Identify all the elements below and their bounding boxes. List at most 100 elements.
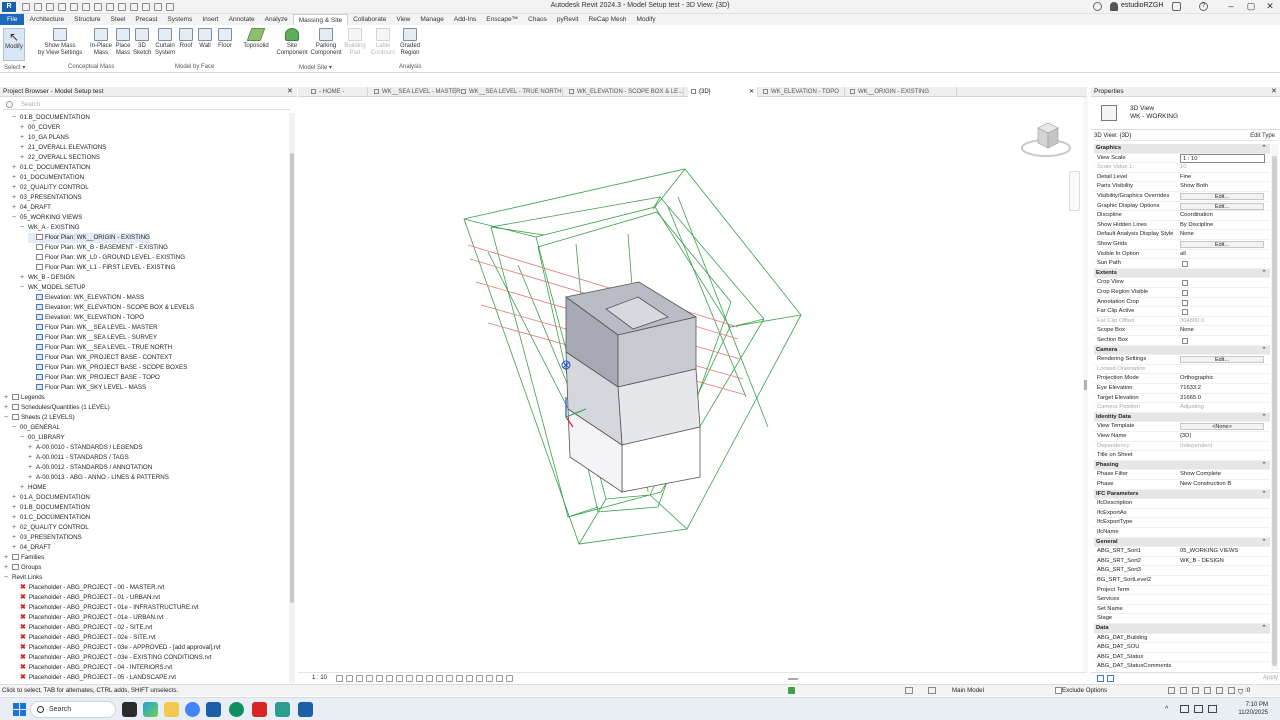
property-checkbox[interactable]	[1182, 261, 1188, 268]
view-tab[interactable]: - HOME -	[308, 87, 368, 97]
expand-icon[interactable]: +	[28, 463, 36, 473]
graded-region-button[interactable]: Graded Region	[398, 28, 422, 57]
property-group-header[interactable]: Camera ⌃	[1094, 345, 1270, 356]
help-icon[interactable]: ?	[1199, 2, 1208, 11]
ribbon-tab-structure[interactable]: Structure	[69, 14, 105, 25]
expand-icon[interactable]: +	[28, 473, 36, 483]
acrobat-icon[interactable]	[252, 702, 267, 717]
property-value[interactable]: Show Complete	[1180, 470, 1221, 480]
place-mass-button[interactable]: Place Mass	[113, 28, 133, 57]
in-place-mass-button[interactable]: In-Place Mass	[89, 28, 113, 57]
worksets-icon[interactable]	[788, 687, 795, 694]
expand-icon[interactable]: +	[12, 513, 20, 523]
user-icon[interactable]	[1110, 2, 1118, 11]
copilot-icon[interactable]	[143, 702, 158, 717]
crop-region-icon[interactable]	[396, 675, 403, 682]
3d-sketch-button[interactable]: 3D Sketch	[133, 28, 151, 57]
tree-item[interactable]: ✖ Placeholder - ABG_PROJECT - 01 - URBAN.…	[12, 593, 160, 603]
apply-button[interactable]: Apply	[1263, 673, 1278, 684]
tree-item[interactable]: +00_COVER	[20, 123, 60, 133]
tree-item[interactable]: ✖ Placeholder - ABG_PROJECT - 02 - SITE.r…	[12, 623, 152, 633]
tree-item[interactable]: +22_OVERALL SECTIONS	[20, 153, 100, 163]
property-value[interactable]: Orthographic	[1180, 374, 1214, 384]
unhide-icon[interactable]	[486, 675, 493, 682]
property-edit-button[interactable]: <None>	[1180, 423, 1264, 431]
property-group-header[interactable]: Data ⌃	[1094, 624, 1270, 634]
expand-icon[interactable]: +	[12, 183, 20, 193]
collapse-icon[interactable]: −	[20, 283, 28, 293]
ribbon-tab-pyrevit[interactable]: pyRevit	[552, 14, 584, 25]
collapse-icon[interactable]: ⌃	[1261, 269, 1267, 279]
ribbon-tab-collaborate[interactable]: Collaborate	[348, 14, 391, 25]
property-value[interactable]: {3D}	[1180, 432, 1191, 442]
collapse-icon[interactable]: −	[4, 413, 12, 423]
worksharing-icon[interactable]	[436, 675, 443, 682]
teams-icon[interactable]	[275, 702, 290, 717]
view-tab[interactable]: WK_ELEVATION - TOPO	[760, 87, 845, 97]
expand-icon[interactable]: +	[12, 163, 20, 173]
collapse-icon[interactable]: ⌃	[1261, 624, 1267, 634]
parking-component-button[interactable]: Parking Component	[309, 28, 343, 57]
property-value[interactable]: Show Both	[1180, 182, 1208, 192]
exclude-options-checkbox[interactable]	[1055, 687, 1062, 694]
tree-item[interactable]: +01.B_DOCUMENTATION	[12, 503, 90, 513]
tree-item[interactable]: Elevation: WK_ELEVATION - TOPO	[28, 313, 144, 323]
property-group-header[interactable]: General ⌃	[1094, 537, 1270, 548]
expand-icon[interactable]: +	[4, 403, 12, 413]
tree-item[interactable]: − WK_A - EXISTING	[20, 223, 80, 233]
close-button[interactable]: ✕	[1261, 1, 1279, 12]
tree-item[interactable]: + A-00.0012 - STANDARDS / ANNOTATION	[28, 463, 152, 473]
select-panel-label[interactable]: Select ▾	[4, 64, 25, 71]
tree-item[interactable]: −00_LIBRARY	[20, 433, 65, 443]
floor-button[interactable]: Floor	[216, 28, 234, 50]
tree-item[interactable]: Floor Plan: WK__SEA LEVEL - TRUE NORTH	[28, 343, 172, 353]
chrome-icon[interactable]	[185, 702, 200, 717]
view-scrollbar[interactable]	[1083, 97, 1088, 672]
tree-item[interactable]: Floor Plan: WK_PROJECT BASE - CONTEXT	[28, 353, 172, 363]
property-checkbox[interactable]	[1182, 299, 1188, 306]
ribbon-tab-analyze[interactable]: Analyze	[260, 14, 293, 25]
property-value[interactable]: WK_B - DESIGN	[1180, 557, 1224, 567]
ribbon-tab-precast[interactable]: Precast	[130, 14, 162, 25]
property-value[interactable]: New Construction B	[1180, 480, 1231, 490]
collapse-icon[interactable]: ⌃	[1261, 461, 1267, 471]
design-options-icon[interactable]	[905, 687, 913, 694]
site-component-button[interactable]: Site Component	[275, 28, 309, 57]
minimize-button[interactable]: –	[1222, 1, 1240, 11]
ribbon-tab-view[interactable]: View	[391, 14, 415, 25]
taskbar-search[interactable]: Search	[30, 701, 116, 718]
collapse-icon[interactable]: ⌃	[1261, 490, 1267, 500]
tree-item[interactable]: Elevation: WK_ELEVATION - SCOPE BOX & LE…	[28, 303, 194, 313]
tree-item[interactable]: +01_DOCUMENTATION	[12, 173, 84, 183]
modify-button[interactable]: ↖ Modify	[3, 28, 25, 61]
render-icon[interactable]	[376, 675, 383, 682]
tree-item[interactable]: ✖ Placeholder - ABG_PROJECT - 03e - APPRO…	[12, 643, 221, 653]
property-group-header[interactable]: Identity Data ⌃	[1094, 412, 1270, 423]
scrollbar-thumb[interactable]	[290, 153, 294, 603]
tree-item[interactable]: + A-00.0010 - STANDARDS / LEGENDS	[28, 443, 142, 453]
reveal-hidden-icon[interactable]	[426, 675, 433, 682]
expand-icon[interactable]: +	[12, 523, 20, 533]
maximize-button[interactable]: ▢	[1242, 1, 1260, 12]
editing-requests-icon[interactable]	[928, 687, 936, 694]
tree-item[interactable]: +04_DRAFT	[12, 543, 51, 553]
tree-item[interactable]: Floor Plan: WK__ORIGIN - EXISTING	[28, 233, 150, 243]
tree-item[interactable]: ✖ Placeholder - ABG_PROJECT - 02e - SITE.…	[12, 633, 156, 643]
visual-style-icon[interactable]	[346, 675, 353, 682]
collapse-icon[interactable]: −	[12, 213, 20, 223]
clock[interactable]: 7:10 PM 11/20/2025	[1238, 701, 1268, 717]
view-tab[interactable]: WK__SEA LEVEL - MASTER	[371, 87, 460, 97]
property-edit-button[interactable]: Edit...	[1180, 202, 1264, 210]
navigation-bar[interactable]	[1069, 171, 1080, 211]
search-icon[interactable]	[1093, 2, 1102, 11]
property-checkbox[interactable]	[1182, 309, 1188, 316]
ribbon-tab-chaos[interactable]: Chaos	[523, 14, 552, 25]
property-group-header[interactable]: IFC Parameters ⌃	[1094, 489, 1270, 500]
expand-icon[interactable]: +	[20, 273, 28, 283]
view-tab[interactable]: {3D} ✕	[688, 87, 758, 97]
ribbon-tab-file[interactable]: File	[0, 14, 25, 25]
speaker-icon[interactable]	[1194, 705, 1203, 713]
tree-item[interactable]: +02_QUALITY CONTROL	[12, 523, 89, 533]
tree-item[interactable]: Floor Plan: WK__SEA LEVEL - SURVEY	[28, 333, 157, 343]
expand-icon[interactable]: +	[20, 123, 28, 133]
